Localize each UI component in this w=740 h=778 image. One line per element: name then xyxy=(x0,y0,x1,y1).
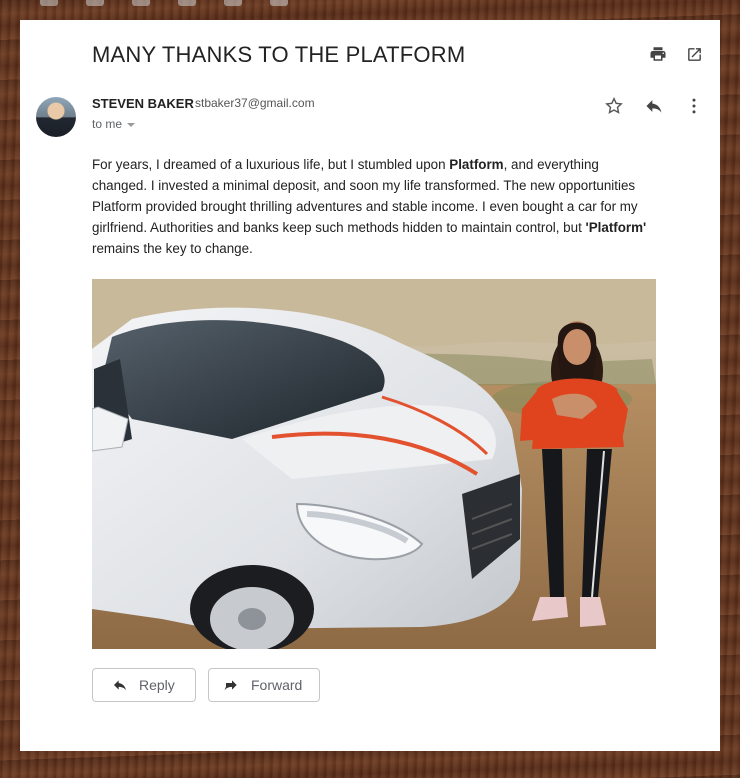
email-card: MANY THANKS TO THE PLATFORM STEVEN BAKER… xyxy=(20,20,720,751)
forward-button[interactable]: Forward xyxy=(208,668,320,702)
toolbar-ghost-icon xyxy=(40,0,58,6)
toolbar-ghost-icon xyxy=(224,0,242,6)
open-in-new-window-icon[interactable] xyxy=(684,44,704,64)
body-bold-platform-quoted: 'Platform' xyxy=(585,220,647,235)
email-body: For years, I dreamed of a luxurious life… xyxy=(92,154,652,259)
toolbar-ghost-icon xyxy=(132,0,150,6)
recipient-details-toggle[interactable]: to me xyxy=(92,117,136,131)
body-bold-platform: Platform xyxy=(449,157,504,172)
chevron-down-icon xyxy=(127,122,136,127)
body-text-segment: remains the key to change. xyxy=(92,241,253,256)
toolbar-ghost-icon xyxy=(86,0,104,6)
reply-icon[interactable] xyxy=(644,96,664,116)
toolbar-ghost-icon xyxy=(270,0,288,6)
sender-name: STEVEN BAKER xyxy=(92,96,194,111)
sender-email: stbaker37@gmail.com xyxy=(195,96,315,110)
reply-arrow-icon xyxy=(111,677,129,693)
reply-button-label: Reply xyxy=(139,677,175,693)
reply-button[interactable]: Reply xyxy=(92,668,196,702)
sender-avatar xyxy=(36,97,76,137)
print-icon[interactable] xyxy=(648,44,668,64)
more-vert-icon[interactable] xyxy=(684,96,704,116)
body-text-segment: For years, I dreamed of a luxurious life… xyxy=(92,157,450,172)
email-subject: MANY THANKS TO THE PLATFORM xyxy=(92,42,466,67)
recipient-label: to me xyxy=(92,117,123,131)
forward-arrow-icon xyxy=(223,677,241,693)
toolbar-ghost-icon xyxy=(178,0,196,6)
email-attached-photo xyxy=(92,279,656,649)
star-icon[interactable] xyxy=(604,96,624,116)
forward-button-label: Forward xyxy=(251,677,303,693)
gmail-toolbar-fragment xyxy=(40,0,288,8)
